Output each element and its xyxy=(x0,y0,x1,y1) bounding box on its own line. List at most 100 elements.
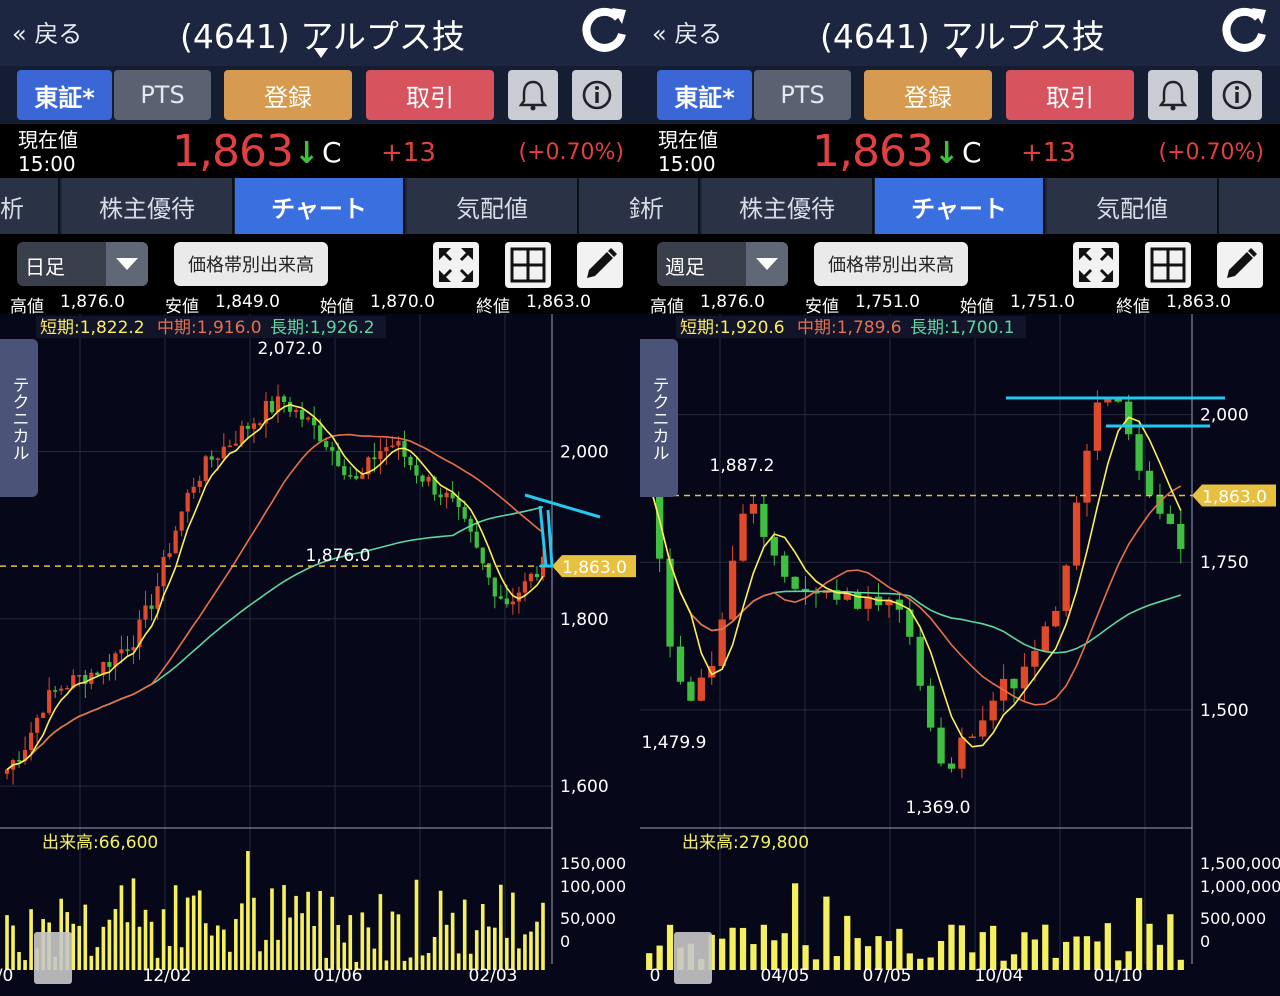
volume-bar xyxy=(1042,924,1049,970)
candle-body xyxy=(233,443,238,446)
volume-bar xyxy=(1073,936,1080,970)
quote-time: 15:00 xyxy=(658,152,716,176)
volume-bar xyxy=(131,878,136,970)
tab-4[interactable]: 銘 xyxy=(1219,178,1280,234)
candle-body xyxy=(522,581,528,593)
candle-body xyxy=(438,494,443,498)
tab-3[interactable]: 気配値 xyxy=(1047,178,1219,234)
candle-body xyxy=(510,601,515,605)
volume-bar xyxy=(875,936,882,970)
tab-0[interactable]: 析 xyxy=(640,178,700,234)
candle-body xyxy=(53,690,58,692)
volume-bar xyxy=(161,909,166,970)
volume-bar xyxy=(215,925,220,970)
volume-bar xyxy=(185,897,190,970)
candle-body xyxy=(167,553,172,557)
price-chart[interactable]: 2,000 1,800 1,600 1,863.0 短期:1,822.2 中期:1,916… xyxy=(0,314,640,996)
candle-body xyxy=(528,573,534,582)
tab-2[interactable]: チャート xyxy=(235,178,405,234)
volume-profile-button[interactable]: 価格帯別出来高 xyxy=(814,242,968,286)
market-pts-button[interactable]: PTS xyxy=(754,70,851,120)
current-price-label: 1,863.0 xyxy=(562,558,627,578)
draw-button[interactable] xyxy=(1217,242,1263,288)
period-select[interactable]: 週足 xyxy=(657,242,788,286)
candle-body xyxy=(203,456,208,481)
candle-body xyxy=(318,425,323,442)
volume-bar xyxy=(1104,923,1111,970)
volume-bar xyxy=(29,909,33,970)
volume-bar xyxy=(282,885,286,970)
volume-bar xyxy=(750,944,757,970)
volume-bar xyxy=(812,959,820,970)
candle-body xyxy=(360,474,365,479)
technical-tab[interactable]: テクニカル xyxy=(640,339,678,497)
register-button[interactable]: 登録 xyxy=(224,70,352,120)
volume-bar xyxy=(330,896,335,970)
candle-body xyxy=(791,576,799,589)
fullscreen-button[interactable] xyxy=(433,242,479,288)
nav-bar: « 戻る (4641) アルプス技 xyxy=(640,0,1280,66)
volume-bar xyxy=(197,890,202,970)
volume-bar xyxy=(149,921,154,970)
volume-tick-label: 1,000,000 xyxy=(1200,877,1280,896)
layout-button[interactable] xyxy=(505,242,551,288)
title-dropdown-icon[interactable] xyxy=(314,48,328,58)
volume-profile-button[interactable]: 価格帯別出来高 xyxy=(174,242,328,286)
refresh-icon[interactable] xyxy=(578,4,630,56)
volume-bar xyxy=(228,951,232,970)
back-button[interactable]: « 戻る xyxy=(652,14,722,49)
alert-button[interactable] xyxy=(508,70,558,120)
candle-body xyxy=(215,458,220,460)
candle-body xyxy=(1010,678,1018,689)
scroll-handle[interactable] xyxy=(674,932,712,984)
volume-bar xyxy=(719,938,726,970)
technical-tab[interactable]: テクニカル xyxy=(0,339,38,497)
info-button[interactable] xyxy=(572,70,622,120)
period-select[interactable]: 日足 xyxy=(17,242,148,286)
candle-body xyxy=(77,674,82,677)
market-pts-button[interactable]: PTS xyxy=(114,70,211,120)
volume-bar xyxy=(917,958,924,970)
alert-button[interactable] xyxy=(1148,70,1198,120)
refresh-icon[interactable] xyxy=(1218,4,1270,56)
close-mark: C xyxy=(322,136,342,169)
fullscreen-button[interactable] xyxy=(1073,242,1119,288)
market-tosho-button[interactable]: 東証* xyxy=(657,70,752,120)
register-button[interactable]: 登録 xyxy=(864,70,992,120)
annotation-max: 1,887.2 xyxy=(710,456,775,476)
y-tick-label: 1,500 xyxy=(1200,701,1249,721)
price-change: +13 xyxy=(381,138,436,168)
tab-4[interactable]: 銘析 xyxy=(579,178,640,234)
tab-2[interactable]: チャート xyxy=(875,178,1045,234)
current-price: 1,863 xyxy=(172,126,294,177)
price-chart[interactable]: 2,000 1,750 1,500 1,863.0 短期:1,920.6 中期:1,789… xyxy=(640,314,1280,996)
ma-short-label: 短期:1,822.2 xyxy=(40,318,145,338)
candle-body xyxy=(1041,626,1049,651)
market-tosho-button[interactable]: 東証* xyxy=(17,70,112,120)
draw-button[interactable] xyxy=(577,242,623,288)
volume-bar xyxy=(203,923,208,970)
volume-bar xyxy=(402,960,407,970)
info-button[interactable] xyxy=(1212,70,1262,120)
tab-0[interactable]: 析 xyxy=(0,178,60,234)
tab-1[interactable]: 株主優待 xyxy=(62,178,234,234)
annotation-mid: 1,876.0 xyxy=(306,546,371,566)
title-dropdown-icon[interactable] xyxy=(954,48,968,58)
layout-button[interactable] xyxy=(1145,242,1191,288)
volume-bar xyxy=(854,938,861,970)
volume-bar xyxy=(101,926,106,970)
candle-body xyxy=(989,700,997,721)
x-tick-label: 01/10 xyxy=(1094,966,1143,986)
trade-button[interactable]: 取引 xyxy=(366,70,494,120)
trade-button[interactable]: 取引 xyxy=(1006,70,1134,120)
tab-3[interactable]: 気配値 xyxy=(407,178,579,234)
scroll-handle[interactable] xyxy=(34,932,72,984)
back-button[interactable]: « 戻る xyxy=(12,14,82,49)
tab-1[interactable]: 株主優待 xyxy=(702,178,874,234)
ma-long-label: 長期:1,700.1 xyxy=(910,318,1015,338)
candle-body xyxy=(28,732,34,751)
candle-body xyxy=(161,556,166,587)
left-pane: « 戻る (4641) アルプス技 東証* PTS 登録 取引 現在値 15:00… xyxy=(0,0,640,996)
candle-body xyxy=(185,492,190,512)
candle-body xyxy=(65,687,70,690)
